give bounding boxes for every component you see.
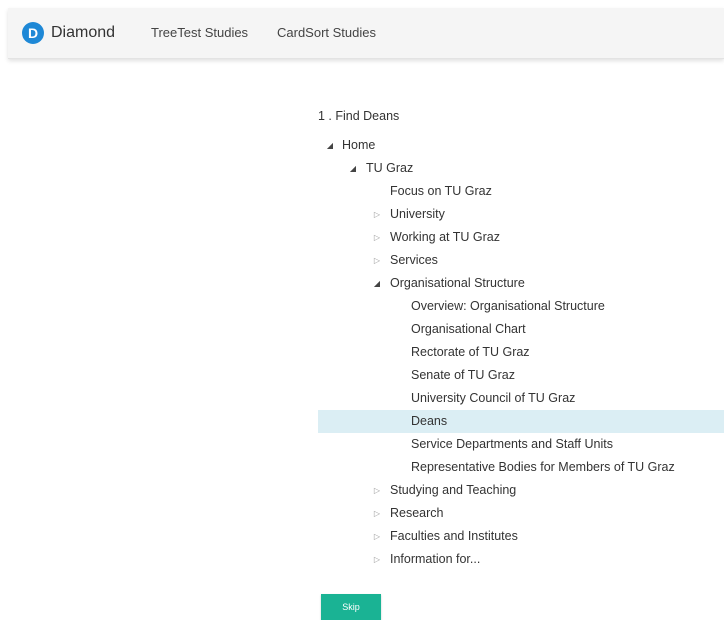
collapsed-triangle-icon[interactable]: ▷ (371, 479, 383, 502)
tree-node-label: Home (342, 138, 376, 152)
tree-node-label: Deans (411, 414, 448, 428)
tree-node-label: Organisational Chart (411, 322, 526, 336)
tree-node-label: Faculties and Institutes (390, 529, 518, 543)
tree-node-label: University (390, 207, 445, 221)
tree-node[interactable]: Rectorate of TU Graz (318, 341, 724, 364)
tree-node[interactable]: ◢ Home (318, 134, 724, 157)
tree-node[interactable]: University Council of TU Graz (318, 387, 724, 410)
tree-node-label: Representative Bodies for Members of TU … (411, 460, 675, 474)
tree-node[interactable]: Overview: Organisational Structure (318, 295, 724, 318)
tree-node[interactable]: ▷ Working at TU Graz (318, 226, 724, 249)
collapsed-triangle-icon[interactable]: ▷ (371, 525, 383, 548)
expanded-triangle-icon[interactable]: ◢ (371, 272, 383, 295)
tree-node[interactable]: Organisational Chart (318, 318, 724, 341)
nav-link-treetest-studies[interactable]: TreeTest Studies (151, 25, 248, 40)
skip-button[interactable]: Skip (321, 594, 381, 620)
collapsed-triangle-icon[interactable]: ▷ (371, 226, 383, 249)
tree-view: ◢ Home ◢ TU Graz Focus on TU Graz ▷ University… (318, 134, 724, 571)
expanded-triangle-icon[interactable]: ◢ (324, 134, 336, 157)
tree-node-label: Overview: Organisational Structure (411, 299, 605, 313)
tree-node-label: Organisational Structure (390, 276, 525, 290)
top-navbar: D Diamond TreeTest Studies CardSort Stud… (8, 8, 724, 59)
collapsed-triangle-icon[interactable]: ▷ (371, 548, 383, 571)
tree-node[interactable]: ▷ University (318, 203, 724, 226)
tree-node-label: Rectorate of TU Graz (411, 345, 530, 359)
diamond-logo-icon: D (22, 22, 44, 44)
tree-node[interactable]: Focus on TU Graz (318, 180, 724, 203)
brand[interactable]: D Diamond (22, 21, 115, 45)
collapsed-triangle-icon[interactable]: ▷ (371, 502, 383, 525)
tree-node[interactable]: ▷ Studying and Teaching (318, 479, 724, 502)
expanded-triangle-icon[interactable]: ◢ (347, 157, 359, 180)
tree-node[interactable]: Senate of TU Graz (318, 364, 724, 387)
tree-node[interactable]: ▷ Research (318, 502, 724, 525)
collapsed-triangle-icon[interactable]: ▷ (371, 249, 383, 272)
tree-node[interactable]: ▷ Information for... (318, 548, 724, 571)
tree-node-label: Senate of TU Graz (411, 368, 515, 382)
tree-node[interactable]: ◢ Organisational Structure (318, 272, 724, 295)
tree-node[interactable]: ▷ Faculties and Institutes (318, 525, 724, 548)
tree-node-label: University Council of TU Graz (411, 391, 576, 405)
tree-node-label: Research (390, 506, 444, 520)
nav-link-cardsort-studies[interactable]: CardSort Studies (277, 25, 376, 40)
tree-node-selected[interactable]: Deans (318, 410, 724, 433)
brand-name: Diamond (51, 24, 116, 41)
tree-node-label: TU Graz (366, 161, 414, 175)
tree-node-label: Service Departments and Staff Units (411, 437, 613, 451)
task-question: 1 . Find Deans (318, 109, 400, 123)
tree-node[interactable]: ◢ TU Graz (318, 157, 724, 180)
tree-node-label: Information for... (390, 552, 481, 566)
tree-node[interactable]: Service Departments and Staff Units (318, 433, 724, 456)
tree-node[interactable]: Representative Bodies for Members of TU … (318, 456, 724, 479)
tree-node-label: Services (390, 253, 438, 267)
tree-node[interactable]: ▷ Services (318, 249, 724, 272)
tree-node-label: Studying and Teaching (390, 483, 517, 497)
collapsed-triangle-icon[interactable]: ▷ (371, 203, 383, 226)
tree-node-label: Working at TU Graz (390, 230, 500, 244)
tree-node-label: Focus on TU Graz (390, 184, 492, 198)
